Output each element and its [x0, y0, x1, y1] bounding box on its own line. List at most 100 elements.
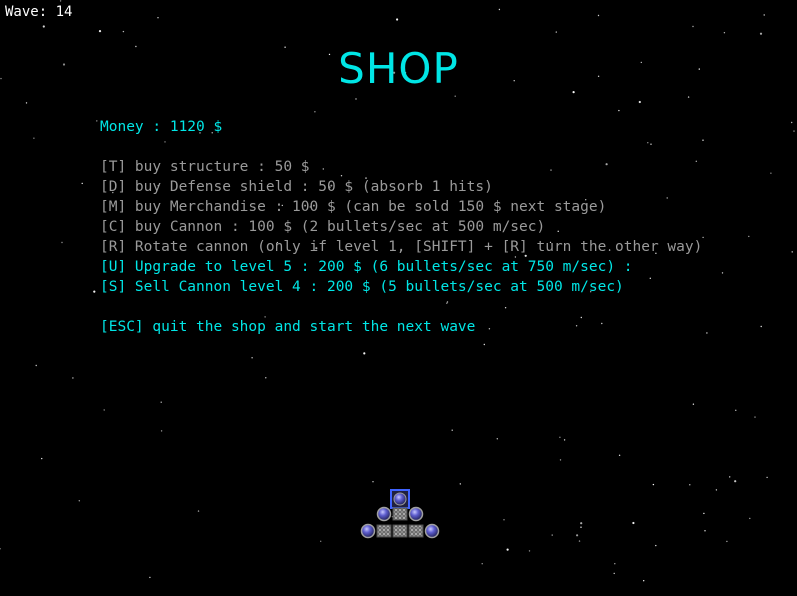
star [81, 182, 83, 185]
star [754, 416, 756, 418]
star [766, 476, 768, 479]
star [197, 510, 200, 512]
star [687, 96, 690, 98]
star [363, 352, 366, 355]
star [613, 572, 615, 575]
star [580, 522, 583, 525]
star [791, 251, 793, 253]
star [749, 517, 751, 520]
star [555, 31, 557, 33]
star [355, 98, 357, 100]
star [735, 409, 737, 411]
star [638, 100, 641, 104]
star [98, 30, 102, 33]
star [451, 429, 453, 431]
star [692, 403, 695, 405]
star [715, 489, 718, 491]
shop-option-buy-merchandise: [M] buy Merchandise : 100 $ (can be sold… [100, 199, 607, 215]
star [723, 32, 726, 34]
star [578, 540, 581, 542]
star [760, 325, 762, 328]
star [483, 343, 485, 346]
star [59, 0, 62, 2]
star [689, 484, 691, 486]
shop-option-buy-structure: [T] buy structure : 50 $ [100, 159, 310, 175]
star [576, 534, 579, 537]
star [322, 168, 324, 170]
star [496, 438, 498, 440]
star [643, 580, 645, 582]
shop-option-buy-cannon: [C] buy Cannon : 100 $ (2 bullets/sec at… [100, 219, 546, 235]
shop-option-rotate-cannon: [R] Rotate cannon (only if level 1, [SHI… [100, 239, 703, 255]
star [791, 121, 793, 124]
star [770, 172, 772, 174]
star [649, 277, 651, 279]
star [702, 236, 704, 239]
star [35, 364, 37, 367]
star [528, 550, 531, 552]
star [446, 301, 449, 303]
shop-option-quit[interactable]: [ESC] quit the shop and start the next w… [100, 317, 475, 337]
star [149, 576, 151, 579]
star [748, 235, 750, 238]
star [605, 163, 608, 166]
star [459, 483, 461, 485]
star [78, 500, 81, 502]
star [265, 377, 267, 379]
star [655, 544, 657, 547]
star [93, 290, 96, 293]
star [726, 540, 728, 543]
star [504, 307, 507, 309]
wave-counter: Wave: 14 [5, 4, 73, 20]
star [314, 111, 316, 113]
star [793, 130, 795, 132]
star [372, 481, 374, 483]
star [96, 120, 98, 122]
star [160, 401, 162, 403]
star [72, 377, 74, 379]
star [157, 17, 159, 19]
star [618, 454, 621, 456]
star [481, 563, 483, 565]
star [550, 169, 552, 171]
star [498, 8, 501, 11]
star [160, 430, 163, 432]
star [729, 476, 731, 478]
star [488, 328, 491, 330]
star [551, 534, 553, 536]
star [320, 540, 322, 542]
star [251, 357, 253, 359]
star [563, 439, 566, 441]
shop-option-sell-cannon[interactable]: [S] Sell Cannon level 4 : 200 $ (5 bulle… [100, 277, 624, 297]
star [506, 548, 509, 551]
star [503, 519, 505, 521]
star [695, 160, 697, 162]
star [647, 142, 649, 144]
star [759, 32, 763, 35]
ship-cannon-selected [390, 489, 410, 509]
star [61, 241, 63, 244]
shop-option-buy-defense-shield: [D] buy Defense shield : 50 $ (absorb 1 … [100, 179, 493, 195]
page-title: SHOP [338, 44, 459, 93]
star [618, 109, 620, 112]
star [446, 302, 448, 304]
star [25, 102, 28, 104]
star [702, 139, 704, 141]
star [122, 30, 125, 33]
star [575, 325, 578, 327]
player-ship-icon[interactable] [355, 485, 445, 545]
star [42, 25, 45, 28]
star [0, 548, 1, 550]
shop-option-upgrade-cannon[interactable]: [U] Upgrade to level 5 : 200 $ (6 bullet… [100, 257, 633, 277]
star [706, 332, 708, 334]
star [614, 563, 616, 565]
star [557, 230, 559, 232]
star [103, 409, 105, 411]
money-label: Money : 1120 $ [100, 119, 223, 135]
star [559, 436, 561, 438]
star [703, 512, 705, 515]
star [164, 141, 166, 143]
star [650, 143, 652, 145]
star [632, 521, 635, 525]
star [601, 322, 603, 325]
